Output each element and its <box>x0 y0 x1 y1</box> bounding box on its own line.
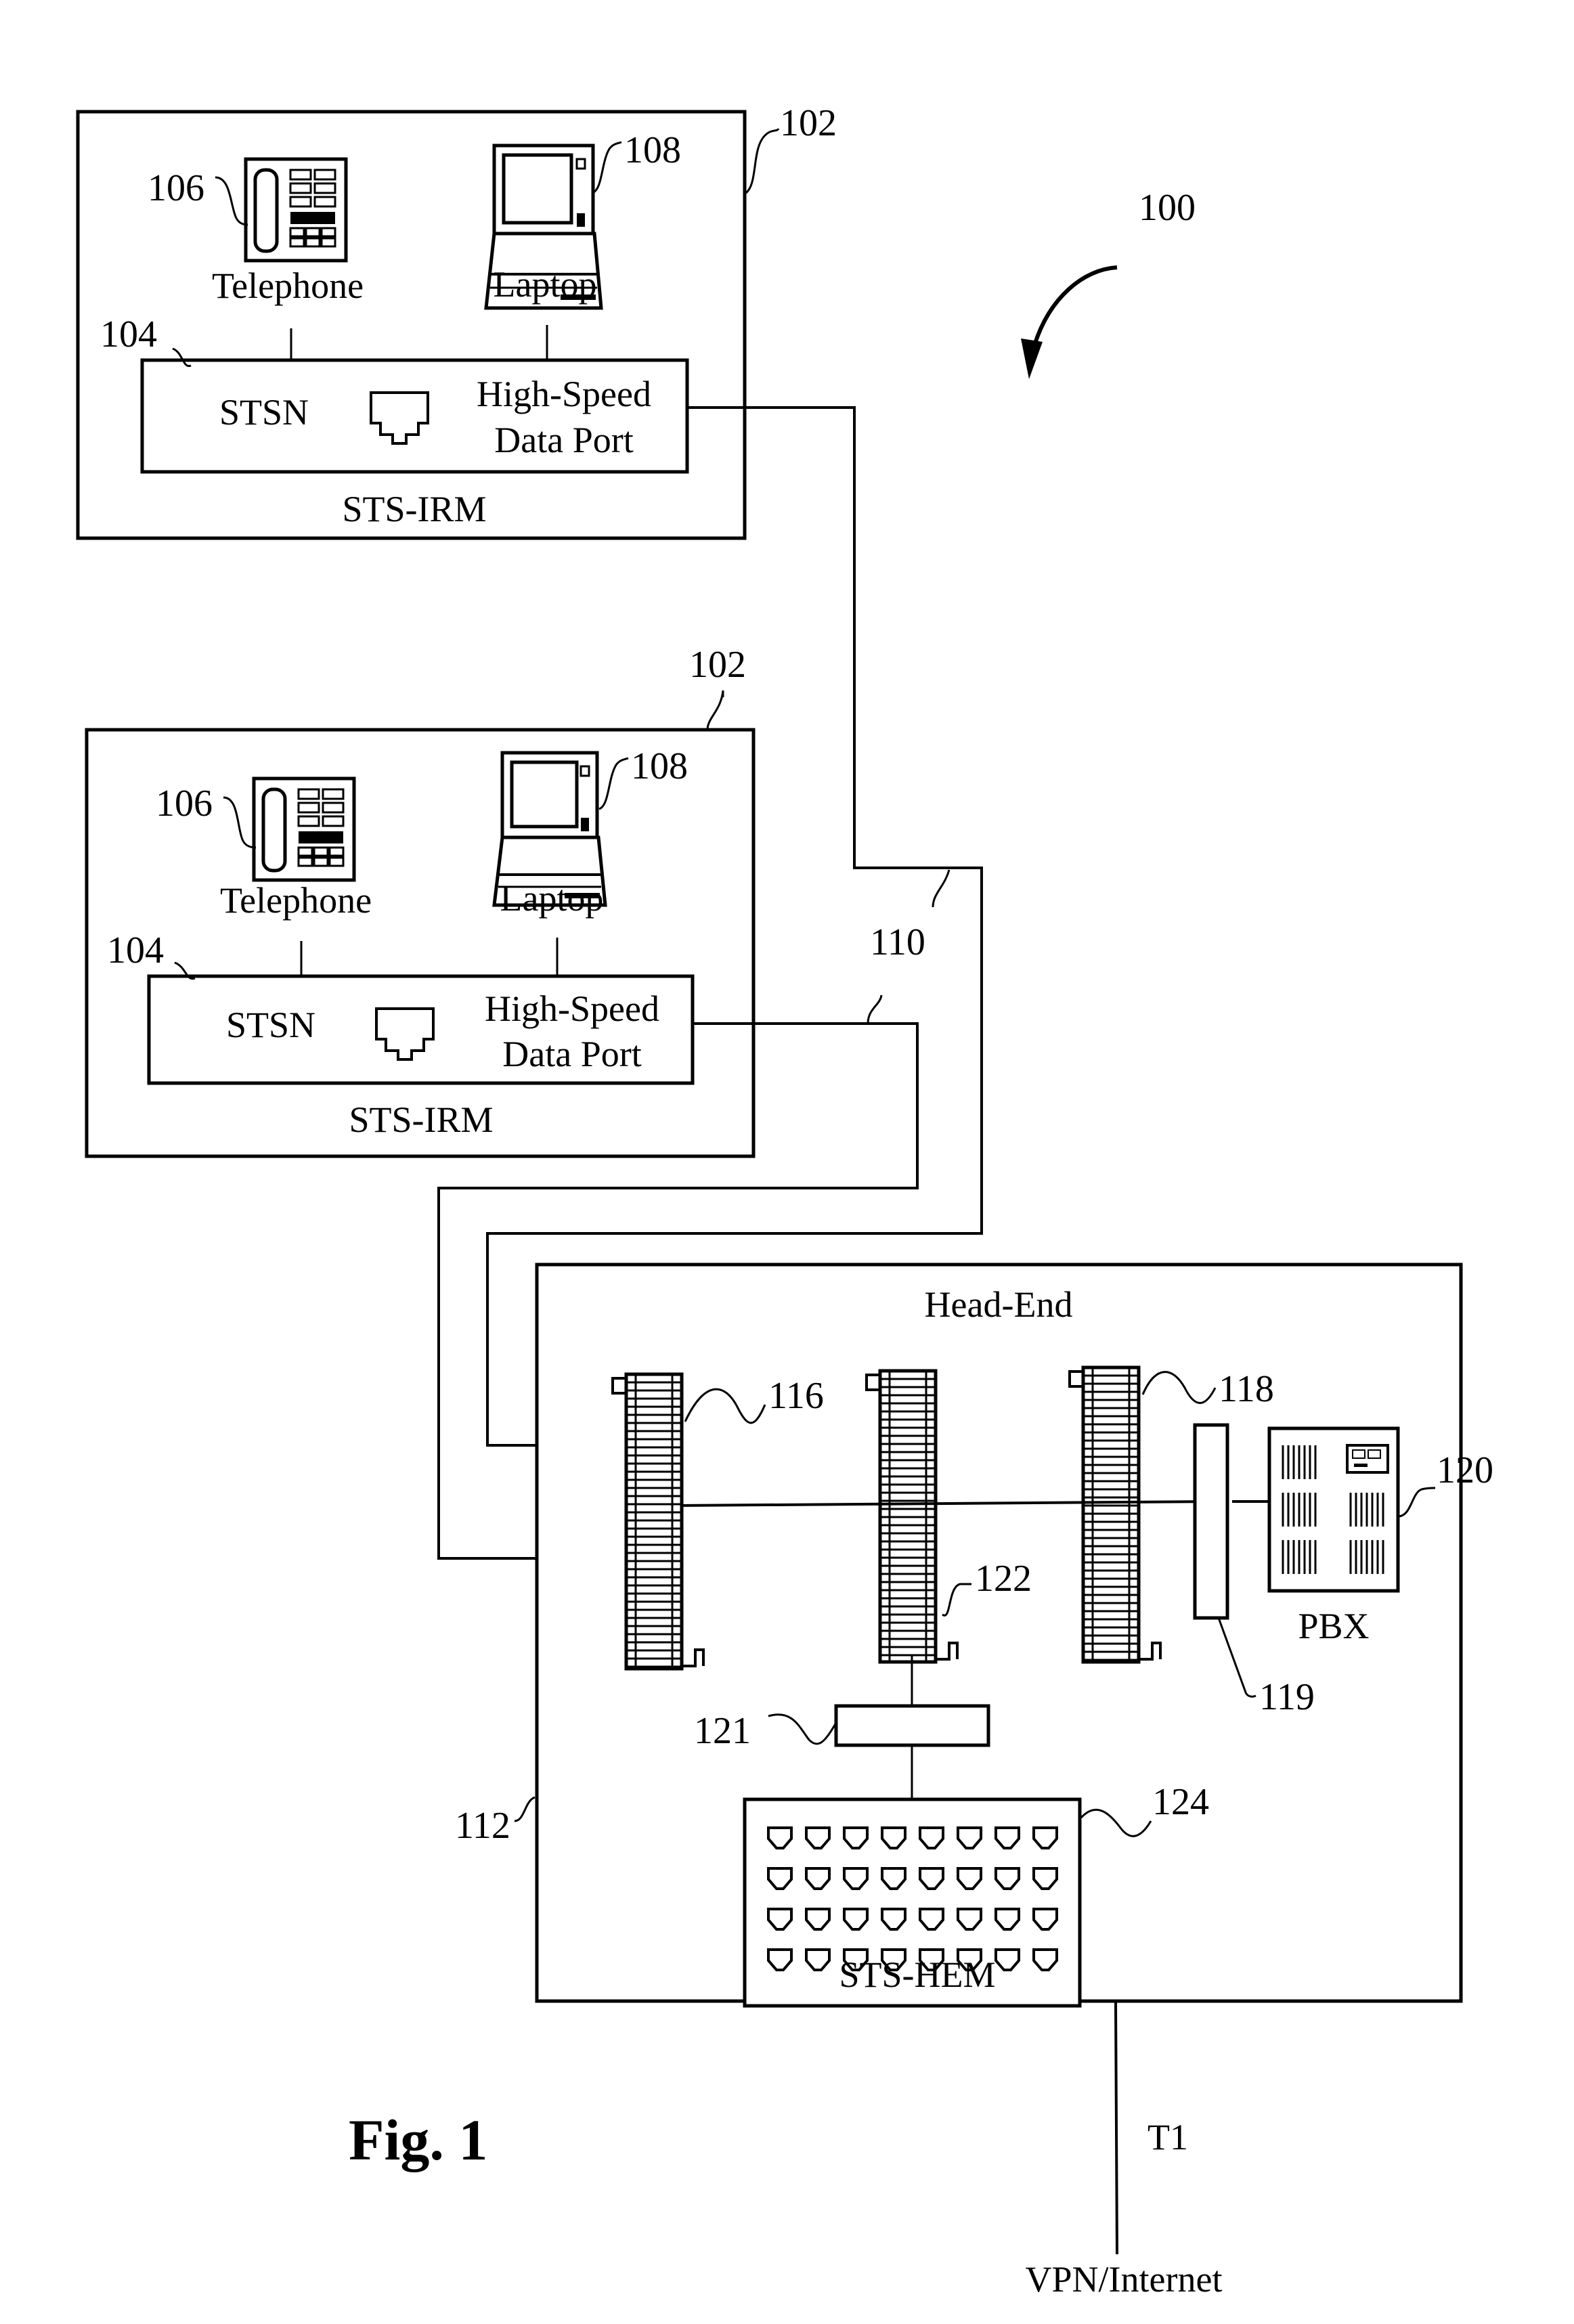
network-diagram: 102 106 Telephone 108 Laptop 104 STSN Hi… <box>76 102 1493 2300</box>
room-1-module-label: STS-IRM <box>342 489 486 529</box>
telephone-1-ref: 106 <box>148 167 204 209</box>
laptop-1-label: Laptop <box>494 264 597 305</box>
head-end-ref-leader <box>514 1796 535 1822</box>
t1-line <box>1114 2000 1118 2255</box>
laptop-2-label: Laptop <box>500 878 604 919</box>
system-ref-label: 100 <box>1139 187 1196 229</box>
laptop-2-ref: 108 <box>631 745 688 787</box>
system-ref-arrow-shaft <box>1032 265 1118 346</box>
sts-hem-ref: 124 <box>1152 1781 1209 1823</box>
figure-caption: Fig. 1 <box>349 2107 487 2172</box>
connector-121 <box>834 1704 990 1747</box>
connector-121-ref: 121 <box>694 1710 751 1752</box>
uplink: T1 VPN/Internet <box>1026 2000 1223 2300</box>
room-2-module-label: STS-IRM <box>349 1099 493 1140</box>
cable-ref-leader-1 <box>932 869 950 908</box>
stsn-1-ref: 104 <box>100 313 157 355</box>
punch-block-ref: 122 <box>975 1558 1032 1600</box>
telephone-2-ref: 106 <box>156 783 213 825</box>
room-2: 102 106 Telephone 108 Laptop 104 STSN Hi… <box>85 644 756 1158</box>
connector-119 <box>1193 1423 1229 1620</box>
vpn-internet-label: VPN/Internet <box>1026 2259 1223 2300</box>
room-1: 102 106 Telephone 108 Laptop 104 STSN Hi… <box>76 102 837 540</box>
telephone-icon <box>252 776 356 882</box>
system-ref: 100 <box>1021 187 1196 379</box>
telephone-2-label: Telephone <box>220 880 372 921</box>
stsn-1-label: STSN <box>219 392 309 433</box>
room-2-ref: 102 <box>689 644 746 686</box>
stsn-2-ref: 104 <box>107 929 164 971</box>
punch-block-ref: 116 <box>768 1375 824 1417</box>
head-end: Head-End 112 116 122 118 119 120 PBX 121 1… <box>455 1263 1493 2008</box>
data-port-2-label-line2: Data Port <box>502 1034 641 1074</box>
sts-hem-label: STS-HEM <box>839 1954 995 1995</box>
cable-ref-leader-2 <box>867 994 883 1024</box>
system-ref-arrow-head <box>1021 338 1043 379</box>
pbx-label: PBX <box>1298 1606 1369 1646</box>
head-end-ref: 112 <box>455 1805 510 1847</box>
room-2-ref-leader <box>706 690 724 730</box>
pbx-ref: 120 <box>1437 1449 1493 1491</box>
telephone-icon <box>244 157 348 263</box>
telephone-1-label: Telephone <box>212 265 364 306</box>
connector-119-ref: 119 <box>1259 1676 1315 1718</box>
head-end-title: Head-End <box>925 1284 1073 1325</box>
pbx-icon <box>1267 1426 1400 1593</box>
laptop-1-ref: 108 <box>624 129 681 171</box>
punch-block-ref: 118 <box>1219 1368 1274 1410</box>
data-port-1-label-line1: High-Speed <box>477 374 651 414</box>
room-1-ref: 102 <box>780 102 837 144</box>
stsn-2-label: STSN <box>226 1005 315 1045</box>
data-port-1-label-line2: Data Port <box>494 420 633 460</box>
cable-ref: 110 <box>870 921 925 963</box>
room-1-ref-leader <box>745 128 780 194</box>
data-port-2-label-line1: High-Speed <box>485 988 659 1029</box>
t1-label: T1 <box>1147 2117 1188 2157</box>
